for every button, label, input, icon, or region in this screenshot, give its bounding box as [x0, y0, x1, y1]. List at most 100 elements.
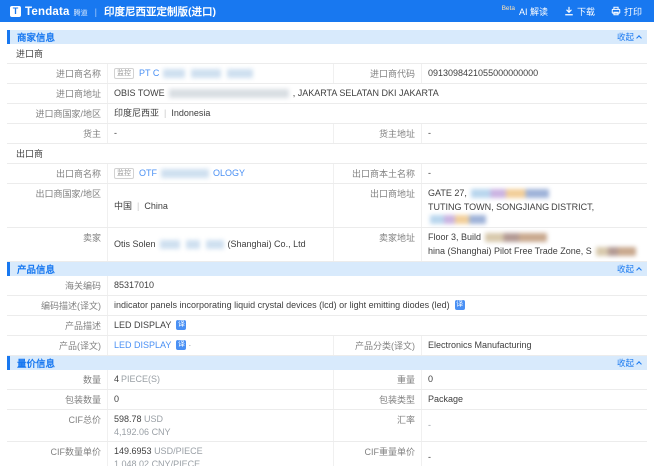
print-button[interactable]: 打印 [611, 5, 642, 18]
section-merchant: 商家信息 收起 进口商 进口商名称 监控 PT C 进口商代码 09130984… [7, 30, 647, 262]
address-text: Trade Zone, S [535, 245, 592, 257]
censored-block [160, 240, 180, 249]
monitor-badge: 监控 [114, 68, 134, 79]
censored-block [163, 69, 185, 78]
field-label: 编码描述(译文) [7, 296, 107, 315]
cif-weight-price-value: - [421, 442, 647, 466]
download-label: 下载 [577, 5, 595, 18]
top-header-bar: T Tendata 腾道 | 印度尼西亚定制版(进口) Beta AI 解读 下… [0, 0, 654, 22]
table-row: 产品(译文) LED DISPLAY 译 · 产品分类(译文) Electron… [7, 336, 647, 356]
print-icon [611, 6, 621, 16]
product-name-value: LED DISPLAY 译 · [107, 336, 333, 355]
table-row: 包装数量 0 包装类型 Package [7, 390, 647, 410]
product-desc-value: LED DISPLAY 译 [107, 316, 647, 335]
beta-badge: Beta [502, 5, 515, 12]
importer-country-value: 印度尼西亚 | Indonesia [107, 104, 647, 123]
censored-block [186, 240, 200, 249]
value-separator: | [137, 200, 139, 212]
address-text: , JAKARTA SELATAN DKI JAKARTA [293, 87, 439, 99]
exporter-country-value: 中国 | China [107, 184, 333, 227]
table-row: 货主 - 货主地址 - [7, 124, 647, 144]
quantity-value: 4 PIECE(S) [107, 370, 333, 389]
product-name-link[interactable]: LED DISPLAY [114, 339, 171, 351]
censored-block [227, 69, 253, 78]
record-detail: 商家信息 收起 进口商 进口商名称 监控 PT C 进口商代码 09130984… [0, 22, 654, 466]
collapse-toggle-merchant[interactable]: 收起 [617, 31, 641, 43]
cif-unit-usd-number: 149.6953 [114, 446, 152, 456]
table-row: 海关编码 85317010 [7, 276, 647, 296]
section-header-product: 产品信息 收起 [7, 262, 647, 276]
quantity-number: 4 [114, 373, 119, 385]
field-label: 产品描述 [7, 316, 107, 335]
exporter-name-value: 监控 OTF OLOGY [107, 164, 333, 183]
seller-text: Otis Solen [114, 238, 156, 250]
field-label: 重量 [333, 370, 421, 389]
section-header-price: 量价信息 收起 [7, 356, 647, 370]
exporter-local-name-value: - [421, 164, 647, 183]
field-label: 包装数量 [7, 390, 107, 409]
cif-total-cny-number: 4,192.06 [114, 427, 149, 437]
importer-name-link[interactable]: PT C [139, 67, 159, 79]
collapse-toggle-product[interactable]: 收起 [617, 263, 641, 275]
section-title: 产品信息 [17, 262, 55, 276]
field-label: CIF重量单价 [333, 442, 421, 466]
field-label: 包装类型 [333, 390, 421, 409]
address-text: OBIS TOWE [114, 87, 165, 99]
cif-unit-cny: 1,048.02 CNY/PIECE [114, 458, 200, 466]
field-label: 产品(译文) [7, 336, 107, 355]
field-label: 数量 [7, 370, 107, 389]
quantity-unit: PIECE(S) [121, 373, 160, 385]
exchange-rate-value: - [421, 410, 647, 441]
exporter-name-link[interactable]: OTF [139, 167, 157, 179]
field-label: 进口商代码 [333, 64, 421, 83]
header-actions: Beta AI 解读 下载 打印 [502, 5, 642, 18]
page-title: 印度尼西亚定制版(进口) [104, 4, 216, 19]
field-label: 出口商本土名称 [333, 164, 421, 183]
country-en: Indonesia [171, 107, 210, 119]
translate-icon[interactable]: 译 [176, 320, 186, 330]
exporter-name-link[interactable]: OLOGY [213, 167, 245, 179]
table-row: 编码描述(译文) indicator panels incorporating … [7, 296, 647, 316]
address-text: hina (Shanghai) Pilot Free [428, 245, 533, 257]
field-label: 出口商地址 [333, 184, 421, 227]
ai-explain-button[interactable]: Beta AI 解读 [502, 5, 548, 18]
cif-total-usd-unit: USD [144, 414, 163, 424]
field-label: 产品分类(译文) [333, 336, 421, 355]
field-label: 卖家 [7, 228, 107, 260]
field-label: 出口商国家/地区 [7, 184, 107, 227]
ai-explain-label: AI 解读 [519, 5, 548, 18]
chevron-up-icon [636, 35, 642, 41]
table-row: 进口商地址 OBIS TOWE , JAKARTA SELATAN DKI JA… [7, 84, 647, 104]
group-exporter: 出口商 [7, 144, 647, 164]
group-importer: 进口商 [7, 44, 647, 64]
table-row: 出口商名称 监控 OTF OLOGY 出口商本土名称 - [7, 164, 647, 184]
table-row: 出口商国家/地区 中国 | China 出口商地址 GATE 27, TUTIN… [7, 184, 647, 228]
censored-block [471, 189, 549, 198]
censored-block [161, 169, 209, 178]
cif-unit-cny-number: 1,048.02 [114, 459, 149, 466]
collapse-toggle-price[interactable]: 收起 [617, 357, 641, 369]
importer-code-value: 0913098421055000000000 [421, 64, 647, 83]
package-qty-value: 0 [107, 390, 333, 409]
translate-icon[interactable]: 译 [176, 340, 186, 350]
download-button[interactable]: 下载 [564, 5, 595, 18]
seller-address-value: Floor 3, Build hina (Shanghai) Pilot Fre… [421, 228, 647, 260]
table-row: 数量 4 PIECE(S) 重量 0 [7, 370, 647, 390]
field-label: CIF总价 [7, 410, 107, 441]
field-label: 货主 [7, 124, 107, 143]
cif-total-usd: 598.78 USD [114, 413, 163, 425]
hs-desc-text: indicator panels incorporating liquid cr… [114, 299, 450, 311]
importer-address-value: OBIS TOWE , JAKARTA SELATAN DKI JAKARTA [107, 84, 647, 103]
table-row: 产品描述 LED DISPLAY 译 [7, 316, 647, 336]
table-row: CIF总价 598.78 USD 4,192.06 CNY 汇率 - [7, 410, 647, 442]
group-exporter-label: 出口商 [16, 149, 43, 159]
chevron-up-icon [636, 361, 642, 367]
address-text: GATE 27, [428, 187, 467, 199]
header-divider: | [95, 7, 97, 17]
exporter-address-value: GATE 27, TUTING TOWN, SONGJIANG DISTRICT… [421, 184, 647, 227]
print-label: 打印 [624, 5, 642, 18]
chevron-up-icon [636, 267, 642, 273]
translate-icon[interactable]: 译 [455, 300, 465, 310]
address-text: DISTRICT, [551, 201, 594, 213]
tilde-mark: · [188, 339, 191, 351]
